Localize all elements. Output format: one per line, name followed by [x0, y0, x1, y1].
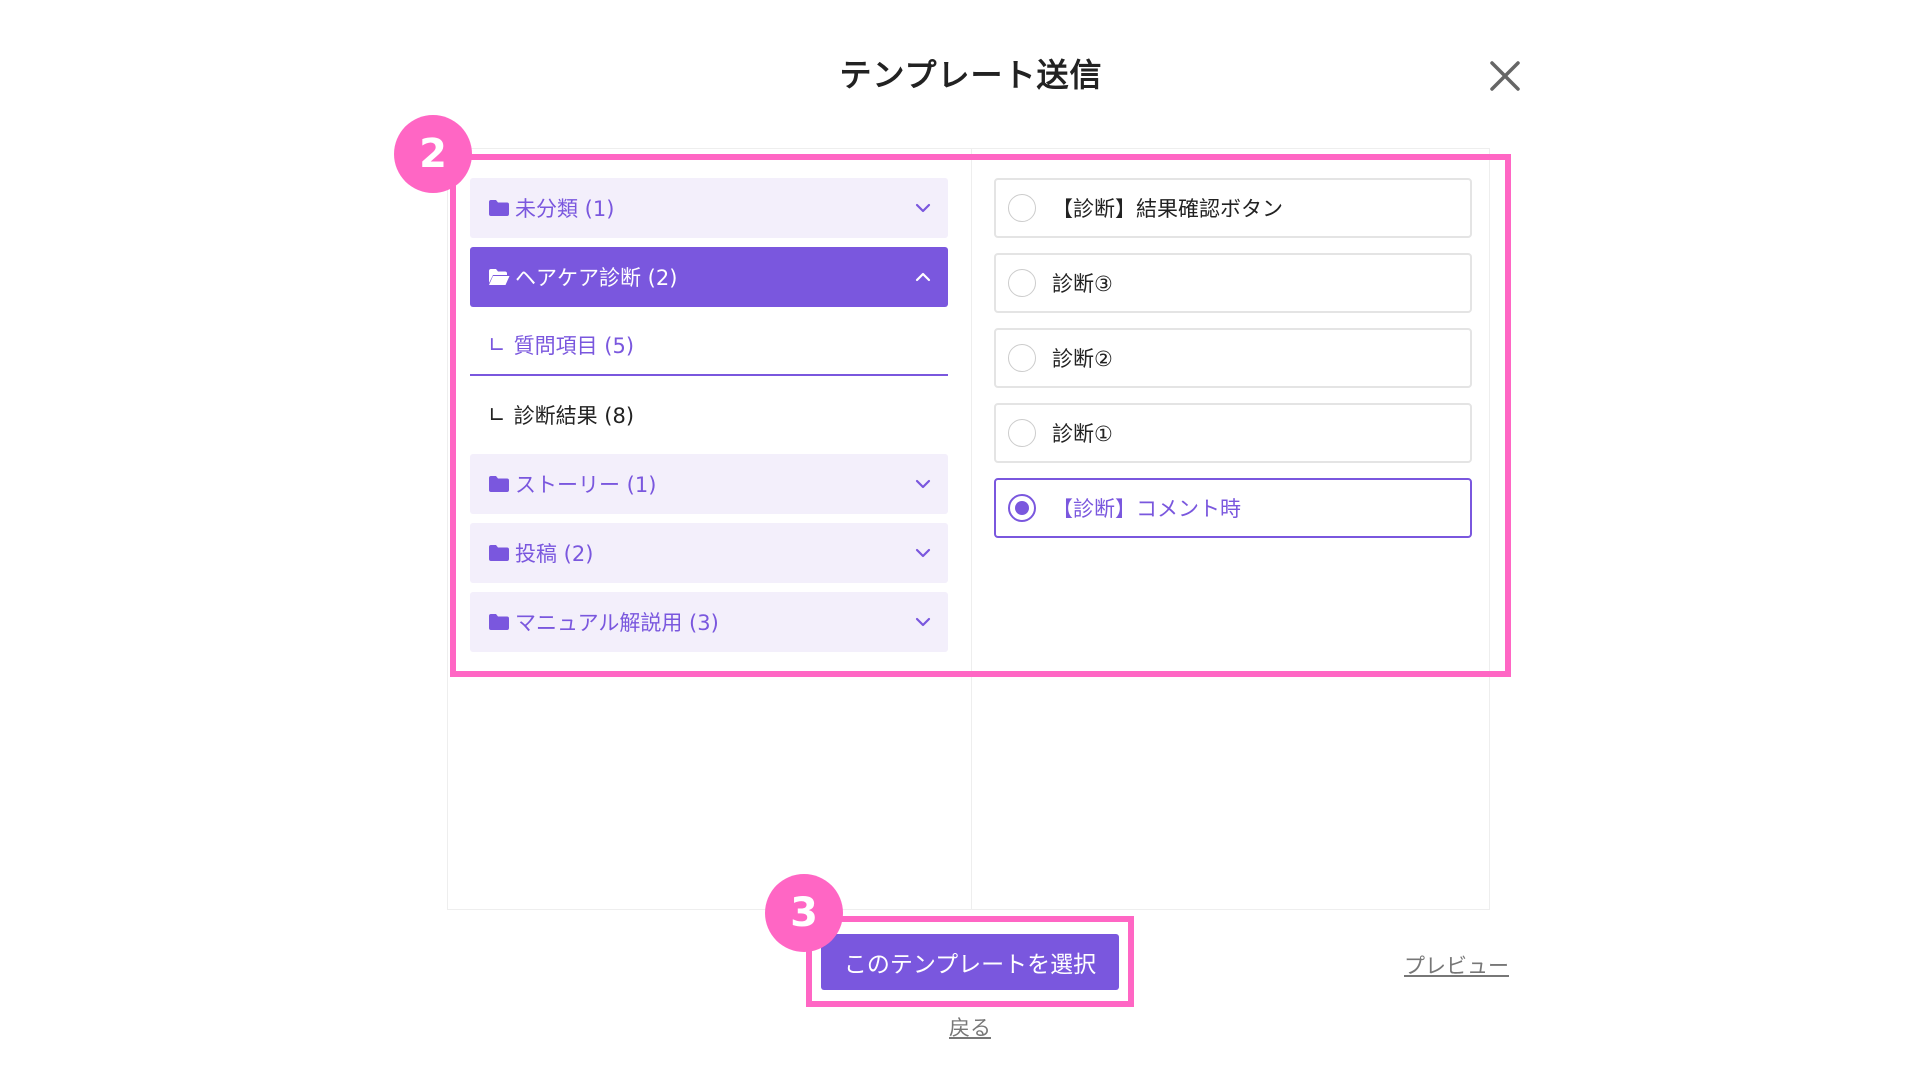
panel-divider [971, 148, 972, 910]
subfolder-item-questions[interactable]: ∟ 質問項目 (5) [470, 316, 948, 376]
folder-label: ストーリー (1) [515, 473, 657, 497]
back-link[interactable]: 戻る [0, 1012, 1920, 1042]
select-template-button[interactable]: このテンプレートを選択 [821, 934, 1119, 990]
radio-button[interactable] [1008, 269, 1036, 297]
folder-icon [488, 475, 510, 493]
template-label: 【診断】結果確認ボタン [1052, 197, 1283, 221]
folder-icon [488, 544, 510, 562]
close-button[interactable] [1485, 56, 1525, 96]
template-send-modal: テンプレート送信 未分類 (1) ヘアケア診断 (2) ∟ 質問項目 (5) ∟… [0, 0, 1920, 1080]
folder-item-haircare[interactable]: ヘアケア診断 (2) [470, 247, 948, 307]
subfolder-label: 診断結果 (8) [513, 404, 635, 428]
subfolder-label: 質問項目 (5) [513, 334, 635, 358]
template-option[interactable]: 診断① [994, 403, 1472, 463]
folder-open-icon [488, 268, 510, 286]
template-label: 【診断】コメント時 [1052, 497, 1241, 521]
chevron-down-icon [914, 199, 932, 217]
chevron-down-icon [914, 613, 932, 631]
folder-item-manual[interactable]: マニュアル解説用 (3) [470, 592, 948, 652]
close-icon [1490, 61, 1520, 91]
step3-badge: 3 [765, 874, 843, 952]
template-option-selected[interactable]: 【診断】コメント時 [994, 478, 1472, 538]
subfolder-item-results[interactable]: ∟ 診断結果 (8) [470, 385, 948, 445]
folder-label: 未分類 (1) [515, 197, 615, 221]
folder-list: 未分類 (1) ヘアケア診断 (2) ∟ 質問項目 (5) ∟ 診断結果 (8) [470, 178, 948, 661]
modal-title: テンプレート送信 [839, 56, 1103, 94]
chevron-up-icon [914, 268, 932, 286]
step2-badge: 2 [394, 115, 472, 193]
template-list: 【診断】結果確認ボタン 診断③ 診断② 診断① 【診断】コメント時 [994, 178, 1472, 553]
template-label: 診断② [1052, 347, 1113, 371]
radio-button[interactable] [1008, 419, 1036, 447]
folder-icon [488, 199, 510, 217]
template-option[interactable]: 【診断】結果確認ボタン [994, 178, 1472, 238]
chevron-down-icon [914, 475, 932, 493]
subfolder-prefix: ∟ [488, 333, 506, 357]
radio-button[interactable] [1008, 194, 1036, 222]
folder-item-post[interactable]: 投稿 (2) [470, 523, 948, 583]
radio-button-checked[interactable] [1008, 494, 1036, 522]
template-label: 診断① [1052, 422, 1113, 446]
radio-button[interactable] [1008, 344, 1036, 372]
folder-icon [488, 613, 510, 631]
chevron-down-icon [914, 544, 932, 562]
folder-label: ヘアケア診断 (2) [515, 266, 678, 290]
folder-label: 投稿 (2) [515, 542, 594, 566]
preview-link[interactable]: プレビュー [1404, 950, 1509, 980]
template-option[interactable]: 診断③ [994, 253, 1472, 313]
template-option[interactable]: 診断② [994, 328, 1472, 388]
folder-item-uncategorized[interactable]: 未分類 (1) [470, 178, 948, 238]
folder-item-story[interactable]: ストーリー (1) [470, 454, 948, 514]
template-label: 診断③ [1052, 272, 1113, 296]
subfolder-prefix: ∟ [488, 403, 506, 427]
folder-label: マニュアル解説用 (3) [515, 611, 719, 635]
